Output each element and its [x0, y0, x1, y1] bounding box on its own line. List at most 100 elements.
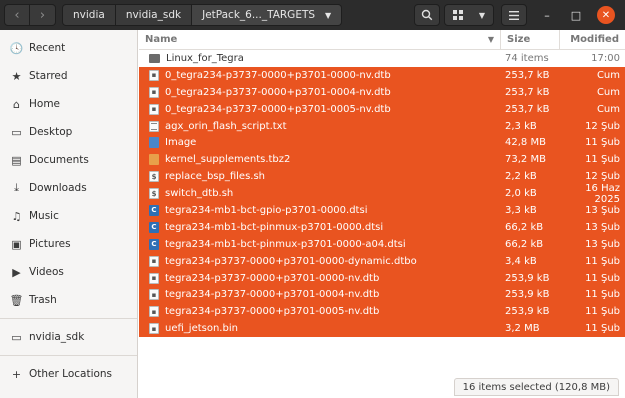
- file-size: 2,3 kB: [505, 120, 537, 132]
- file-size: 66,2 kB: [505, 221, 544, 233]
- file-row[interactable]: ▪ 0_tegra234-p3737-0000+p3701-0004-nv.dtb…: [139, 83, 625, 101]
- minimize-icon: –: [544, 8, 550, 22]
- bin-file-icon: ▪: [149, 272, 159, 284]
- bin-file-icon: ▪: [149, 306, 159, 318]
- file-name-cell: ▪ 0_tegra234-p3737-0000+p3701-0000-nv.dtb: [139, 69, 501, 81]
- file-row[interactable]: Linux_for_Tegra 74 items 17:00: [139, 50, 625, 67]
- sidebar-item-documents[interactable]: ▤ Documents: [0, 146, 137, 174]
- file-modified: 13 Şub: [585, 221, 620, 233]
- minimize-button[interactable]: –: [538, 6, 556, 24]
- main-menu-button[interactable]: [501, 4, 527, 26]
- breadcrumb-nvidia[interactable]: nvidia: [62, 4, 116, 26]
- sidebar-item-label: Trash: [29, 294, 57, 306]
- file-row[interactable]: agx_orin_flash_script.txt 2,3 kB 12 Şub: [139, 117, 625, 135]
- file-size: 253,9 kB: [505, 272, 550, 284]
- file-size: 3,3 kB: [505, 204, 537, 216]
- file-name-cell: ▪ tegra234-p3737-0000+p3701-0005-nv.dtb: [139, 306, 501, 318]
- file-modified: 12 Şub: [585, 120, 620, 132]
- maximize-button[interactable]: □: [567, 6, 585, 24]
- file-name-cell: ▪ 0_tegra234-p3737-0000+p3701-0005-nv.dtb: [139, 103, 501, 115]
- file-row[interactable]: Ctegra234-mb1-bct-pinmux-p3701-0000.dtsi…: [139, 218, 625, 236]
- sidebar-item-downloads[interactable]: ⤓ Downloads: [0, 174, 137, 202]
- file-size: 253,7 kB: [505, 69, 550, 81]
- column-size-header[interactable]: Size: [501, 30, 560, 49]
- nav-buttons: ‹ ›: [4, 4, 56, 26]
- sidebar-item-label: Desktop: [29, 126, 73, 138]
- sidebar-item-label: Music: [29, 210, 59, 222]
- file-row[interactable]: Ctegra234-mb1-bct-gpio-p3701-0000.dtsi 3,…: [139, 202, 625, 219]
- file-name: agx_orin_flash_script.txt: [165, 120, 287, 132]
- file-name: replace_bsp_files.sh: [165, 171, 266, 183]
- sidebar-item-label: Videos: [29, 266, 64, 278]
- script-file-icon: $: [149, 171, 159, 183]
- close-icon: ✕: [601, 9, 611, 21]
- file-size: 3,2 MB: [505, 323, 540, 335]
- file-row[interactable]: ▪ tegra234-p3737-0000+p3701-0004-nv.dtb 25…: [139, 286, 625, 304]
- file-row[interactable]: ▪ 0_tegra234-p3737-0000+p3701-0000-nv.dtb…: [139, 66, 625, 84]
- breadcrumb-nvidia-sdk[interactable]: nvidia_sdk: [115, 4, 193, 26]
- file-modified: 11 Şub: [585, 289, 620, 301]
- file-modified: 11 Şub: [585, 154, 620, 166]
- file-size: 66,2 kB: [505, 238, 544, 250]
- column-header: Name ▼ Size Modified: [139, 30, 625, 50]
- video-icon: ▶: [12, 265, 21, 279]
- file-modified: 13 Şub: [585, 238, 620, 250]
- file-name-cell: Ctegra234-mb1-bct-pinmux-p3701-0000-a04.…: [139, 238, 501, 250]
- sidebar-item-label: Documents: [29, 154, 89, 166]
- forward-button[interactable]: ›: [30, 4, 56, 26]
- sidebar-item-other-locations[interactable]: + Other Locations: [0, 360, 137, 388]
- back-button[interactable]: ‹: [4, 4, 30, 26]
- view-options-button[interactable]: ▼: [444, 4, 494, 26]
- clock-icon: 🕓: [9, 41, 24, 55]
- trash-icon: 🗑: [9, 293, 24, 307]
- sidebar-item-videos[interactable]: ▶ Videos: [0, 258, 137, 286]
- sidebar-item-nvidia-sdk[interactable]: ▭ nvidia_sdk: [0, 323, 137, 351]
- file-name: tegra234-p3737-0000+p3701-0000-dynamic.d…: [165, 255, 417, 267]
- sidebar-item-recent[interactable]: 🕓 Recent: [0, 34, 137, 62]
- file-row[interactable]: kernel_supplements.tbz2 73,2 MB 11 Şub: [139, 151, 625, 169]
- column-name-header[interactable]: Name ▼: [139, 30, 501, 49]
- file-row[interactable]: ▪ uefi_jetson.bin 3,2 MB 11 Şub: [139, 320, 625, 338]
- breadcrumb-current-folder[interactable]: JetPack_6..._TARGETS ▼: [192, 4, 343, 26]
- csrc-file-icon: C: [149, 221, 159, 233]
- file-row[interactable]: ▪ tegra234-p3737-0000+p3701-0000-dynamic.…: [139, 252, 625, 270]
- file-name: 0_tegra234-p3737-0000+p3701-0005-nv.dtb: [165, 103, 391, 115]
- file-name: tegra234-mb1-bct-gpio-p3701-0000.dtsi: [165, 204, 368, 216]
- file-modified: Cum: [596, 103, 620, 115]
- file-row[interactable]: Ctegra234-mb1-bct-pinmux-p3701-0000-a04.…: [139, 235, 625, 253]
- sidebar-item-music[interactable]: ♫ Music: [0, 202, 137, 230]
- file-row[interactable]: Image 42,8 MB 11 Şub: [139, 134, 625, 152]
- file-name-cell: Ctegra234-mb1-bct-pinmux-p3701-0000.dtsi: [139, 221, 501, 233]
- sidebar-item-pictures[interactable]: ▣ Pictures: [0, 230, 137, 258]
- sidebar-item-home[interactable]: ⌂ Home: [0, 90, 137, 118]
- file-modified: Cum: [596, 69, 620, 81]
- home-icon: ⌂: [13, 97, 20, 111]
- file-name-cell: ▪ tegra234-p3737-0000+p3701-0004-nv.dtb: [139, 289, 501, 301]
- close-button[interactable]: ✕: [597, 6, 615, 24]
- file-row[interactable]: $ replace_bsp_files.sh 2,2 kB 12 Şub: [139, 168, 625, 186]
- script-file-icon: $: [149, 188, 159, 200]
- file-row[interactable]: ▪ 0_tegra234-p3737-0000+p3701-0005-nv.dtb…: [139, 100, 625, 118]
- file-modified: 11 Şub: [585, 323, 620, 335]
- sidebar-item-desktop[interactable]: ▭ Desktop: [0, 118, 137, 146]
- sidebar-item-starred[interactable]: ★ Starred: [0, 62, 137, 90]
- file-modified: 16 Haz 2025: [585, 182, 620, 205]
- file-size: 253,7 kB: [505, 103, 550, 115]
- star-icon: ★: [11, 69, 22, 83]
- breadcrumb: nvidia nvidia_sdk JetPack_6..._TARGETS ▼: [62, 4, 343, 26]
- file-modified: 11 Şub: [585, 272, 620, 284]
- search-button[interactable]: [414, 4, 440, 26]
- sidebar-item-label: Recent: [29, 42, 66, 54]
- search-icon: [421, 9, 433, 21]
- file-row[interactable]: ▪ tegra234-p3737-0000+p3701-0000-nv.dtb 25…: [139, 269, 625, 287]
- file-modified: Cum: [596, 86, 620, 98]
- plus-icon: +: [11, 367, 22, 381]
- file-row[interactable]: $ switch_dtb.sh 2,0 kB 16 Haz 2025: [139, 182, 625, 205]
- image-file-icon: [149, 137, 159, 149]
- bin-file-icon: ▪: [149, 289, 159, 301]
- file-size: 42,8 MB: [505, 137, 546, 149]
- maximize-icon: □: [570, 8, 582, 22]
- sidebar-item-trash[interactable]: 🗑 Trash: [0, 286, 137, 314]
- column-modified-header[interactable]: Modified: [560, 34, 625, 45]
- file-row[interactable]: ▪ tegra234-p3737-0000+p3701-0005-nv.dtb 25…: [139, 303, 625, 321]
